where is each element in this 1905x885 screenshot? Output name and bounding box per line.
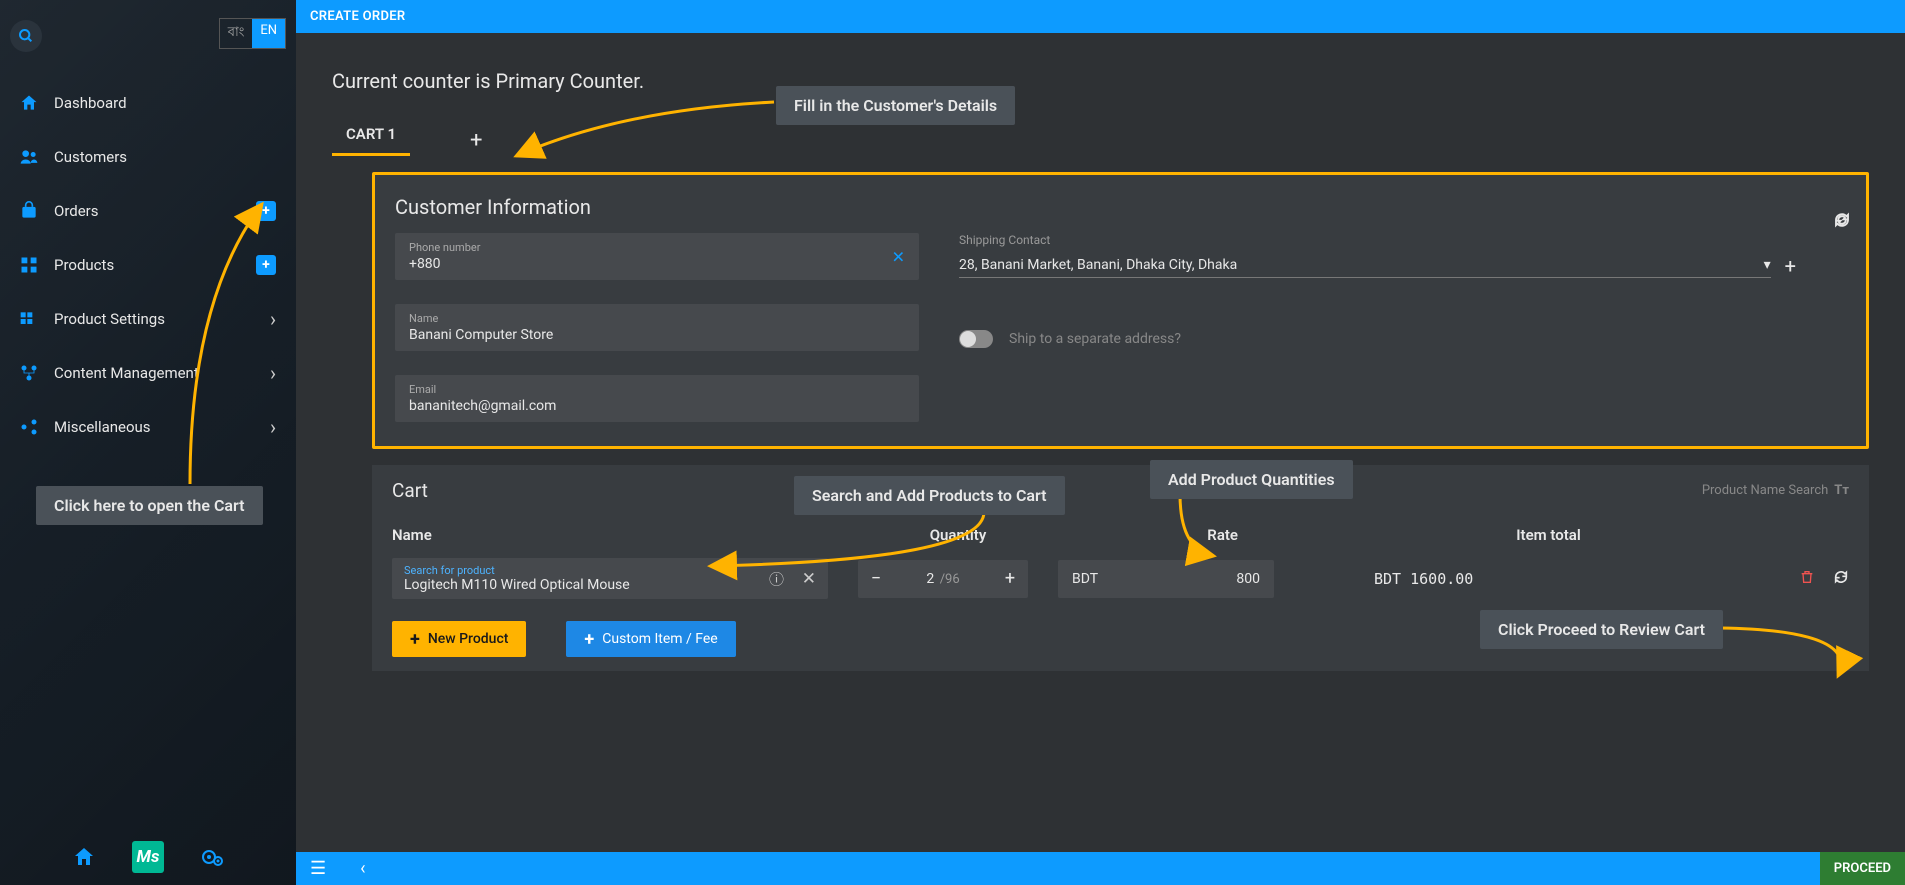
settings-sync-icon[interactable] bbox=[198, 843, 226, 871]
new-product-button[interactable]: + New Product bbox=[392, 621, 526, 657]
lang-en[interactable]: EN bbox=[252, 19, 285, 48]
product-search-value: Logitech M110 Wired Optical Mouse bbox=[404, 577, 816, 593]
chevron-down-icon: ▾ bbox=[1764, 257, 1771, 273]
sidebar-item-customers[interactable]: Customers bbox=[0, 130, 296, 184]
chevron-right-icon: › bbox=[270, 361, 276, 385]
sidebar-item-dashboard[interactable]: Dashboard bbox=[0, 76, 296, 130]
content-area: Current counter is Primary Counter. CART… bbox=[296, 33, 1905, 852]
menu-icon[interactable]: ☰ bbox=[310, 858, 326, 879]
product-name-search-toggle[interactable]: Product Name Search Tт bbox=[1702, 483, 1849, 498]
sidebar-item-label: Dashboard bbox=[54, 94, 127, 112]
main-area: CREATE ORDER Current counter is Primary … bbox=[296, 0, 1905, 885]
sidebar-item-label: Content Management bbox=[54, 364, 199, 382]
sidebar: বাং EN Dashboard Customers Orders + Prod… bbox=[0, 0, 296, 885]
misc-icon bbox=[18, 416, 40, 438]
back-icon[interactable]: ‹ bbox=[360, 858, 365, 879]
rate-value: 800 bbox=[1236, 571, 1260, 587]
clear-phone-button[interactable]: ✕ bbox=[892, 247, 905, 266]
ship-separate-toggle[interactable] bbox=[959, 330, 993, 348]
users-icon bbox=[18, 146, 40, 168]
page-title: CREATE ORDER bbox=[310, 9, 405, 24]
delete-item-button[interactable] bbox=[1799, 569, 1815, 589]
help-icon[interactable]: ⓘ bbox=[769, 568, 784, 589]
add-product-button[interactable]: + bbox=[256, 255, 276, 275]
sidebar-item-product-settings[interactable]: Product Settings › bbox=[0, 292, 296, 346]
sidebar-item-label: Miscellaneous bbox=[54, 418, 151, 436]
customer-info-card: Customer Information Phone number +880 ✕… bbox=[375, 175, 1866, 446]
sidebar-item-content-management[interactable]: Content Management › bbox=[0, 346, 296, 400]
shipping-contact-value: 28, Banani Market, Banani, Dhaka City, D… bbox=[959, 257, 1237, 273]
col-name: Name bbox=[392, 526, 858, 544]
cart-card: Cart Product Name Search Tт Name Quantit… bbox=[372, 465, 1869, 671]
language-toggle[interactable]: বাং EN bbox=[219, 18, 286, 49]
cart-title: Cart bbox=[392, 479, 428, 502]
sidebar-item-label: Product Settings bbox=[54, 310, 165, 328]
search-button[interactable] bbox=[10, 20, 42, 52]
item-total: BDT 1600.00 bbox=[1334, 570, 1769, 588]
product-settings-icon bbox=[18, 308, 40, 330]
sidebar-item-products[interactable]: Products + bbox=[0, 238, 296, 292]
refresh-customer-button[interactable] bbox=[1833, 211, 1851, 233]
email-label: Email bbox=[409, 383, 905, 396]
sidebar-item-label: Orders bbox=[54, 202, 99, 220]
rate-field[interactable]: BDT 800 bbox=[1058, 560, 1274, 598]
custom-item-button[interactable]: + Custom Item / Fee bbox=[566, 621, 735, 657]
home-icon bbox=[18, 92, 40, 114]
plus-icon: + bbox=[410, 629, 420, 650]
orders-icon bbox=[18, 200, 40, 222]
email-value: bananitech@gmail.com bbox=[409, 398, 905, 414]
add-shipping-contact[interactable]: + bbox=[1785, 254, 1796, 278]
home-bottom-icon[interactable] bbox=[70, 843, 98, 871]
chevron-right-icon: › bbox=[270, 307, 276, 331]
sidebar-item-orders[interactable]: Orders + bbox=[0, 184, 296, 238]
tab-cart-1[interactable]: CART 1 bbox=[332, 125, 410, 156]
phone-value: +880 bbox=[409, 256, 905, 272]
product-search-field[interactable]: Search for product Logitech M110 Wired O… bbox=[392, 558, 828, 599]
quantity-value[interactable]: 2 /96 bbox=[894, 571, 992, 587]
ms-app-icon[interactable]: Ms bbox=[132, 841, 164, 873]
plus-icon: + bbox=[584, 629, 594, 650]
name-field[interactable]: Name Banani Computer Store bbox=[395, 304, 919, 351]
lang-bn[interactable]: বাং bbox=[220, 19, 253, 48]
quantity-increase[interactable]: + bbox=[992, 568, 1028, 589]
refresh-item-button[interactable] bbox=[1833, 569, 1849, 589]
content-icon bbox=[18, 362, 40, 384]
rate-currency: BDT bbox=[1072, 571, 1098, 587]
add-order-button[interactable]: + bbox=[256, 201, 276, 221]
name-value: Banani Computer Store bbox=[409, 327, 905, 343]
customer-info-highlight: Customer Information Phone number +880 ✕… bbox=[372, 172, 1869, 449]
sidebar-item-label: Products bbox=[54, 256, 114, 274]
counter-info: Current counter is Primary Counter. bbox=[296, 33, 1905, 93]
customer-info-title: Customer Information bbox=[395, 195, 1796, 219]
shipping-contact-select[interactable]: 28, Banani Market, Banani, Dhaka City, D… bbox=[959, 253, 1771, 278]
cart-column-headers: Name Quantity Rate Item total bbox=[392, 526, 1849, 544]
search-icon bbox=[18, 28, 34, 44]
chevron-right-icon: › bbox=[270, 415, 276, 439]
phone-field[interactable]: Phone number +880 ✕ bbox=[395, 233, 919, 280]
quantity-decrease[interactable]: − bbox=[858, 568, 894, 589]
shipping-contact-label: Shipping Contact bbox=[959, 233, 1796, 247]
col-rate: Rate bbox=[1058, 526, 1298, 544]
products-icon bbox=[18, 254, 40, 276]
proceed-button[interactable]: PROCEED bbox=[1820, 852, 1905, 885]
col-quantity: Quantity bbox=[858, 526, 1058, 544]
clear-product-button[interactable]: ✕ bbox=[802, 569, 816, 589]
product-search-label: Search for product bbox=[404, 564, 816, 577]
cart-row: Search for product Logitech M110 Wired O… bbox=[392, 558, 1849, 599]
phone-label: Phone number bbox=[409, 241, 905, 254]
name-label: Name bbox=[409, 312, 905, 325]
col-item-total: Item total bbox=[1298, 526, 1759, 544]
email-field[interactable]: Email bananitech@gmail.com bbox=[395, 375, 919, 422]
add-cart-tab[interactable]: + bbox=[470, 128, 482, 153]
sidebar-item-label: Customers bbox=[54, 148, 127, 166]
bottom-bar: ☰ ‹ PROCEED bbox=[296, 852, 1905, 885]
ship-separate-label: Ship to a separate address? bbox=[1009, 331, 1181, 347]
page-header: CREATE ORDER bbox=[296, 0, 1905, 33]
text-format-icon: Tт bbox=[1834, 483, 1849, 498]
quantity-stepper: − 2 /96 + bbox=[858, 560, 1028, 598]
sidebar-item-miscellaneous[interactable]: Miscellaneous › bbox=[0, 400, 296, 454]
cart-tabs: CART 1 + bbox=[332, 125, 1905, 156]
